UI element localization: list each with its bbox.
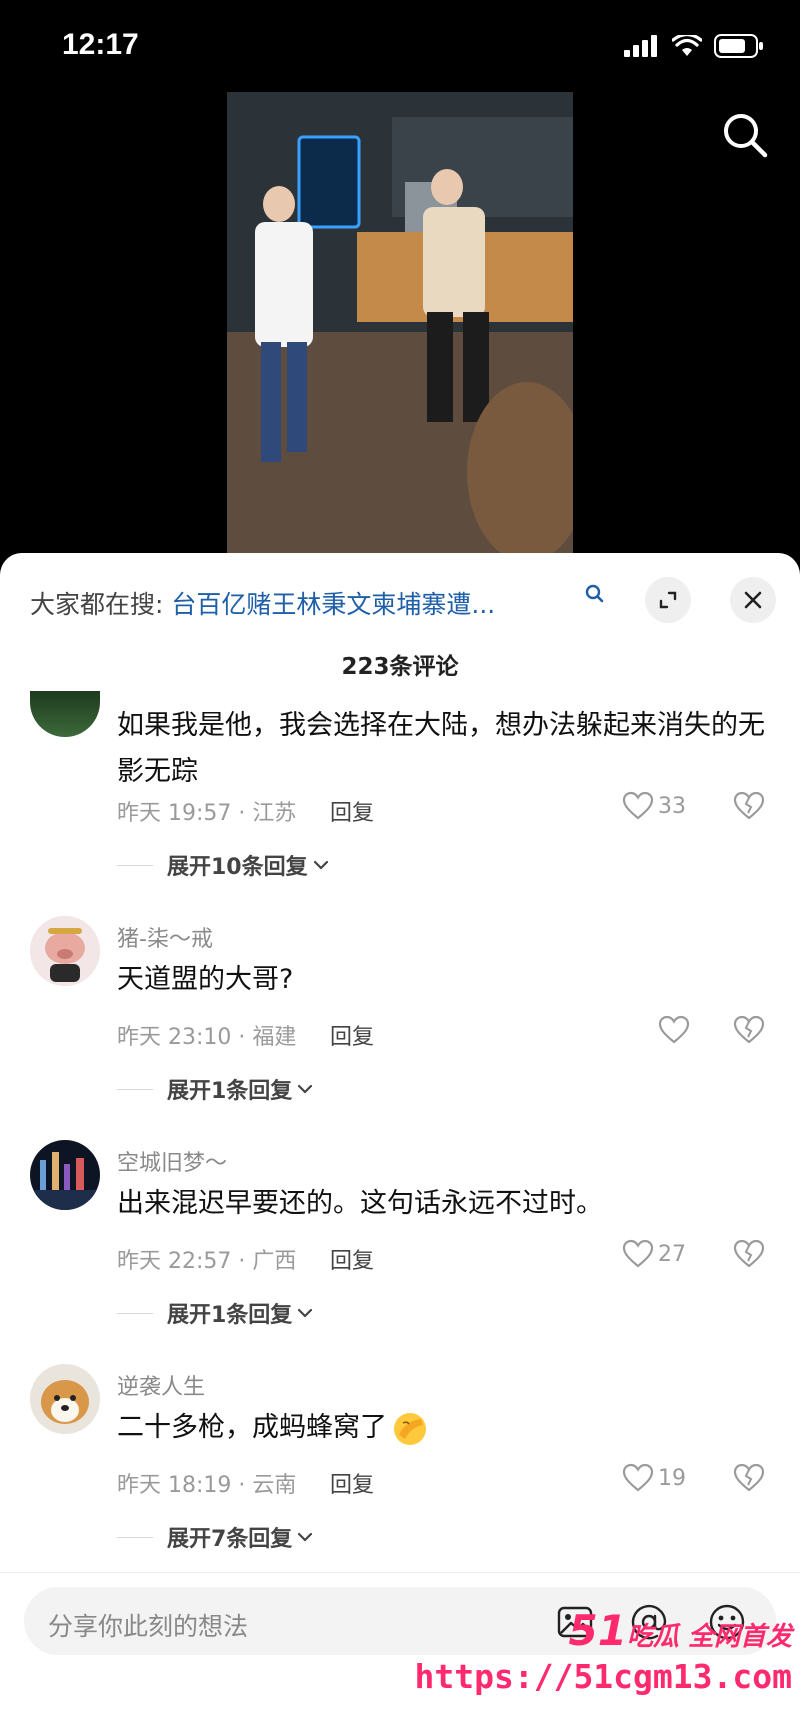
comment-author[interactable]: 空城旧梦～ xyxy=(117,1145,227,1177)
expand-label: 展开10条回复 xyxy=(167,855,308,880)
status-bar: 12:17 xyxy=(0,0,800,92)
dislike-button[interactable] xyxy=(733,1463,765,1497)
heart-icon xyxy=(622,1463,654,1492)
comment-text: 二十多枪，成蚂蜂窝了 xyxy=(117,1412,387,1443)
watermark-url: https://51cgm13.com xyxy=(414,1657,793,1696)
avatar-image xyxy=(30,1364,100,1434)
comment-meta: 昨天 18:19 · 云南 xyxy=(117,1473,297,1498)
comment-text: 天道盟的大哥? xyxy=(117,964,294,995)
trending-search[interactable]: 大家都在搜: 台百亿赌王林秉文柬埔寨遭... xyxy=(30,585,495,621)
search-icon xyxy=(724,114,768,158)
comment-text: 出来混迟早要还的。这句话永远不过时。 xyxy=(117,1188,603,1219)
like-button[interactable]: 33 xyxy=(622,791,686,821)
reply-button[interactable]: 回复 xyxy=(330,1467,374,1499)
video-frame xyxy=(227,92,573,554)
expand-label: 展开1条回复 xyxy=(167,1079,293,1104)
search-icon xyxy=(585,584,604,603)
expand-label: 展开7条回复 xyxy=(167,1527,293,1552)
status-time: 12:17 xyxy=(62,28,139,61)
expand-button[interactable] xyxy=(645,577,691,623)
broken-heart-icon xyxy=(733,1015,765,1044)
expand-replies[interactable]: 展开10条回复 xyxy=(117,849,330,881)
avatar[interactable] xyxy=(30,916,100,986)
comment-input-placeholder: 分享你此刻的想法 xyxy=(48,1612,249,1641)
chevron-down-icon xyxy=(298,1532,313,1542)
comment-text-row: 二十多枪，成蚂蜂窝了 xyxy=(117,1405,777,1451)
trending-search-icon-wrap[interactable] xyxy=(584,583,606,609)
signal-icon xyxy=(624,35,657,57)
reply-button[interactable]: 回复 xyxy=(330,1019,374,1051)
reply-button[interactable]: 回复 xyxy=(330,795,374,827)
reply-button[interactable]: 回复 xyxy=(330,1243,374,1275)
heart-icon xyxy=(658,1015,690,1044)
dislike-button[interactable] xyxy=(733,1015,765,1049)
chevron-down-icon xyxy=(298,1084,313,1094)
video-player[interactable] xyxy=(227,92,573,554)
expand-replies[interactable]: 展开1条回复 xyxy=(117,1297,314,1329)
heart-icon xyxy=(622,791,654,820)
chevron-down-icon xyxy=(298,1308,313,1318)
trending-label: 大家都在搜: xyxy=(30,590,164,619)
comment-sheet: 大家都在搜: 台百亿赌王林秉文柬埔寨遭... 223条评论 如果我是他，我会选择… xyxy=(0,553,800,1731)
avatar[interactable] xyxy=(30,1364,100,1434)
watermark-brand-num: 51 xyxy=(568,1606,627,1655)
watermark-brand: 51吃瓜 全网首发 xyxy=(415,1606,792,1655)
watermark-brand-text: 吃瓜 全网首发 xyxy=(626,1622,792,1652)
dislike-button[interactable] xyxy=(733,1239,765,1273)
watermark: 51吃瓜 全网首发 https://51cgm13.com xyxy=(415,1606,793,1696)
comment-count: 223条评论 xyxy=(341,654,459,680)
expand-label: 展开1条回复 xyxy=(167,1303,293,1328)
broken-heart-icon xyxy=(733,791,765,820)
comment-meta: 昨天 23:10 · 福建 xyxy=(117,1025,297,1050)
heart-icon xyxy=(622,1239,654,1268)
avatar[interactable] xyxy=(30,1140,100,1210)
close-icon xyxy=(744,591,762,609)
chevron-down-icon xyxy=(313,860,328,870)
comment-text: 如果我是他，我会选择在大陆，想办法躲起来消失的无影无踪 xyxy=(117,710,765,787)
close-button[interactable] xyxy=(730,577,776,623)
status-icons xyxy=(624,34,764,58)
avatar-image xyxy=(30,1140,100,1210)
like-count: 33 xyxy=(658,793,686,819)
like-button[interactable] xyxy=(658,1015,694,1045)
like-button[interactable]: 19 xyxy=(622,1463,686,1493)
like-button[interactable]: 27 xyxy=(622,1239,686,1269)
trending-query[interactable]: 台百亿赌王林秉文柬埔寨遭... xyxy=(171,590,495,619)
broken-heart-icon xyxy=(733,1239,765,1268)
broken-heart-icon xyxy=(733,1463,765,1492)
wifi-icon xyxy=(672,35,702,56)
like-count: 27 xyxy=(658,1241,686,1267)
comment-meta: 昨天 22:57 · 广西 xyxy=(117,1249,297,1274)
comment-author[interactable]: 逆袭人生 xyxy=(117,1369,205,1401)
search-button[interactable] xyxy=(720,110,772,162)
expand-replies[interactable]: 展开1条回复 xyxy=(117,1073,314,1105)
expand-icon xyxy=(659,591,677,609)
avatar-image xyxy=(30,916,100,986)
expand-replies[interactable]: 展开7条回复 xyxy=(117,1521,314,1553)
like-count: 19 xyxy=(658,1465,686,1491)
comment-author[interactable]: 猪-柒～戒 xyxy=(117,921,213,953)
comment-meta: 昨天 19:57 · 江苏 xyxy=(117,801,297,826)
avatar[interactable] xyxy=(30,691,100,737)
battery-icon xyxy=(714,34,763,58)
dislike-button[interactable] xyxy=(733,791,765,825)
facepalm-emoji-icon xyxy=(394,1413,426,1445)
